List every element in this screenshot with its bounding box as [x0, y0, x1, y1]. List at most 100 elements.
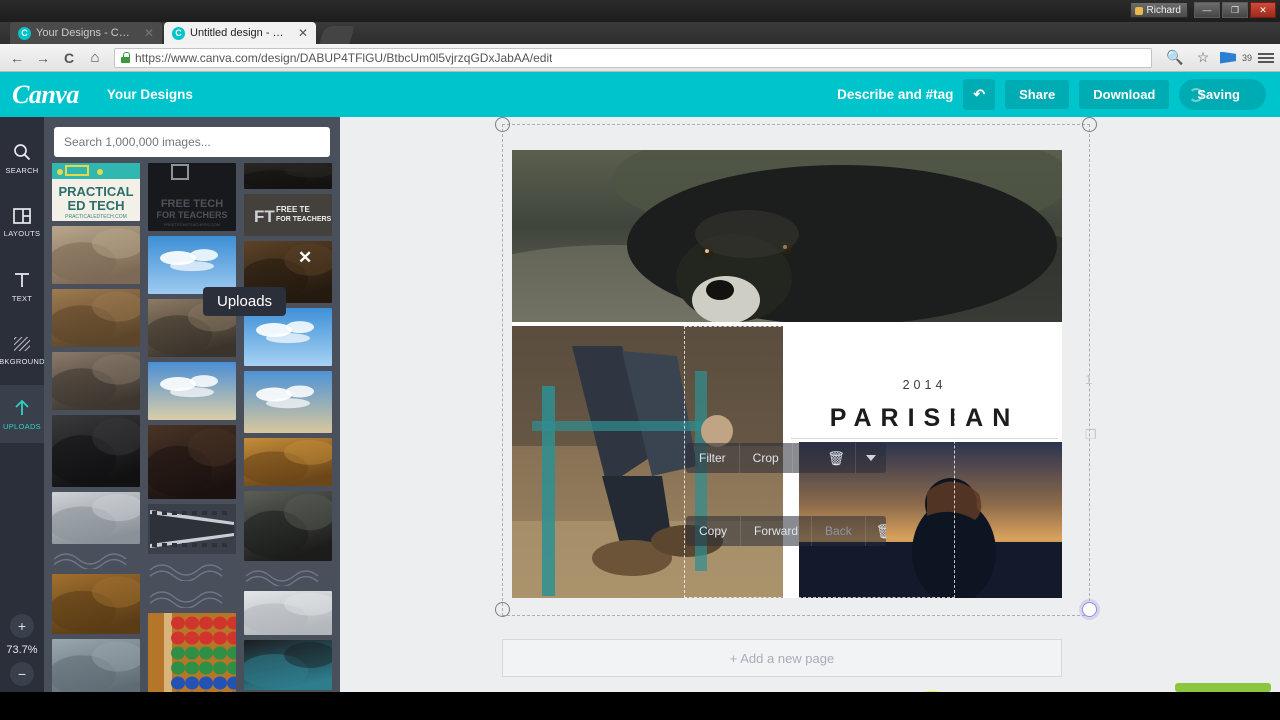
thumbnail-clouds-blue-sky-2[interactable]	[244, 308, 332, 366]
undo-button[interactable]: ↶	[963, 79, 996, 110]
home-icon[interactable]: ⌂	[84, 47, 106, 69]
sidebar-label: LAYOUTS	[3, 228, 41, 238]
address-bar[interactable]: https://www.canva.com/design/DABUP4TFlGU…	[114, 47, 1152, 68]
resize-handle-bottom-right[interactable]	[1082, 602, 1097, 617]
bookmark-star-icon[interactable]: ☆	[1192, 47, 1214, 69]
page-inspect-icon[interactable]: 🔍	[1164, 47, 1186, 69]
download-button[interactable]: Download	[1079, 80, 1170, 109]
thumbnail-column: FREE TECH FOR TEACHERS FREETECH4TEACHERS.C…	[148, 163, 236, 692]
thumbnail-film-strip[interactable]	[148, 504, 236, 554]
chevron-down-icon[interactable]	[856, 443, 886, 473]
back-button: Back	[812, 516, 866, 546]
new-tab-button[interactable]	[319, 26, 355, 44]
thumbnail-wave-divider-2[interactable]	[148, 559, 236, 581]
browser-tab-your-designs[interactable]: C Your Designs - Canva ✕	[10, 22, 162, 44]
thumbnail-beach-clouds[interactable]	[148, 362, 236, 420]
canva-header: Canva Your Designs Describe and #tag ↶ S…	[0, 72, 1280, 117]
thumbnail-person-typing-laptop[interactable]	[52, 352, 140, 410]
resize-handle-top-right[interactable]	[1082, 117, 1097, 132]
delete-icon[interactable]: 🗑	[866, 516, 886, 546]
resize-handle-bottom-left[interactable]	[495, 602, 510, 617]
sidebar-rail: SEARCH LAYOUTS TEXT BKGROUND UPLOADS + 7…	[0, 117, 45, 692]
svg-text:FOR TEACHERS: FOR TEACHERS	[276, 216, 332, 223]
nav-your-designs[interactable]: Your Designs	[107, 87, 193, 102]
thumbnail-wave-divider-4[interactable]	[244, 566, 332, 586]
filter-button[interactable]: Filter	[686, 443, 740, 473]
image-dog-header[interactable]	[512, 150, 1062, 322]
describe-and-tag-link[interactable]: Describe and #tag	[837, 87, 953, 102]
thumbnail-free-tech-for-teachers[interactable]: FREE TECH FOR TEACHERS FREETECH4TEACHERS.C…	[148, 163, 236, 231]
thumbnail-brown-dog-closeup[interactable]	[148, 425, 236, 499]
thumbnail-macbook-on-table[interactable]	[52, 574, 140, 634]
svg-text:FREETECH4TEACHERS.COM: FREETECH4TEACHERS.COM	[164, 222, 220, 227]
close-window-button[interactable]: ✕	[1250, 2, 1276, 18]
svg-text:PRACTICAL: PRACTICAL	[58, 184, 133, 199]
sidebar-item-uploads[interactable]: UPLOADS	[0, 385, 44, 443]
tab-title: Your Designs - Canva	[36, 27, 135, 39]
thumbnail-beach-sand-clouds[interactable]	[244, 371, 332, 433]
thumbnail-practical-ed-tech[interactable]: PRACTICAL ED TECH PRACTICALEDTECH.COM	[52, 163, 140, 221]
duplicate-page-icon[interactable]: ❐	[1085, 427, 1109, 443]
close-tab-icon[interactable]: ✕	[144, 26, 154, 40]
page-number-label: 1	[1085, 372, 1093, 387]
resize-handle-top-left[interactable]	[495, 117, 510, 132]
sidebar-item-search[interactable]: SEARCH	[0, 129, 44, 187]
thumbnail-classroom-students[interactable]	[52, 226, 140, 284]
svg-text:FT: FT	[254, 207, 275, 226]
crop-button[interactable]: Crop	[740, 443, 793, 473]
search-input[interactable]	[54, 127, 330, 157]
flag-extension-icon[interactable]	[1219, 51, 1236, 64]
svg-text:PRACTICALEDTECH.COM: PRACTICALEDTECH.COM	[65, 214, 127, 220]
browser-menu-icon[interactable]	[1258, 52, 1274, 63]
thumbnail-black-dog-on-red[interactable]	[52, 415, 140, 487]
design-page-1[interactable]: 2014 PARISIAN FRENCH COLLECTION	[512, 150, 1062, 598]
thumbnail-laptop-on-desk[interactable]	[52, 289, 140, 347]
add-new-page-button[interactable]: + Add a new page	[502, 639, 1062, 677]
canva-logo[interactable]: Canva	[12, 80, 79, 110]
close-icon[interactable]: ✕	[298, 248, 312, 268]
url-text: https://www.canva.com/design/DABUP4TFlGU…	[135, 50, 553, 65]
zoom-controls: + 73.7% −	[6, 614, 38, 692]
maximize-button[interactable]: ❐	[1222, 2, 1248, 18]
thumbnail-free-tech-banner[interactable]: FT FREE TE FOR TEACHERS	[244, 194, 332, 236]
thumbnail-pencil-writing[interactable]	[244, 591, 332, 635]
background-icon	[14, 336, 30, 351]
extension-badge[interactable]: 39	[1242, 53, 1252, 63]
reload-icon[interactable]: C	[58, 47, 80, 69]
browser-toolbar: ← → C ⌂ https://www.canva.com/design/DAB…	[0, 44, 1280, 72]
tab-title: Untitled design - Canva	[190, 27, 289, 39]
minimize-button[interactable]: —	[1194, 2, 1220, 18]
search-wrapper	[44, 117, 340, 163]
sidebar-item-layouts[interactable]: LAYOUTS	[0, 193, 44, 251]
forward-arrow-icon[interactable]: →	[32, 47, 54, 69]
thumbnail-dark-texture-top[interactable]	[244, 163, 332, 189]
svg-text:ED TECH: ED TECH	[67, 198, 124, 213]
saving-status: Saving	[1179, 79, 1266, 110]
close-tab-icon[interactable]: ✕	[298, 26, 308, 40]
text-icon	[15, 272, 29, 287]
thumbnail-wave-divider-1[interactable]	[52, 549, 140, 569]
sidebar-item-background[interactable]: BKGROUND	[0, 321, 45, 379]
back-arrow-icon[interactable]: ←	[6, 47, 28, 69]
thumbnail-abacus-colored[interactable]	[148, 613, 236, 692]
delete-icon[interactable]: 🗑	[817, 443, 856, 473]
thumbnail-dogs-on-deck[interactable]	[244, 438, 332, 486]
copy-button[interactable]: Copy	[686, 516, 742, 546]
forward-button[interactable]: Forward	[741, 516, 813, 546]
thumbnail-deckchairs-city-view[interactable]	[52, 639, 140, 692]
uploads-tooltip: Uploads	[203, 287, 287, 316]
zoom-in-button[interactable]: +	[9, 614, 34, 638]
browser-tab-untitled-design[interactable]: C Untitled design - Canva ✕	[164, 22, 316, 44]
thumbnail-tablet-edge-closeup[interactable]	[52, 492, 140, 544]
thumbnail-clouds-blue-sky-1[interactable]	[148, 236, 236, 294]
thumbnail-wave-divider-3[interactable]	[148, 586, 236, 608]
sidebar-item-text[interactable]: TEXT	[0, 257, 44, 315]
lock-icon	[121, 52, 130, 63]
image-edit-toolbar: Filter Crop 🗑	[686, 443, 886, 473]
zoom-out-button[interactable]: −	[9, 662, 34, 686]
thumbnail-column: PRACTICAL ED TECH PRACTICALEDTECH.COM	[52, 163, 140, 692]
user-profile-chip[interactable]: Richard	[1129, 2, 1188, 18]
thumbnail-black-dog-gravel[interactable]	[244, 491, 332, 561]
share-button[interactable]: Share	[1005, 80, 1070, 109]
thumbnail-hand-with-phone[interactable]	[244, 640, 332, 690]
